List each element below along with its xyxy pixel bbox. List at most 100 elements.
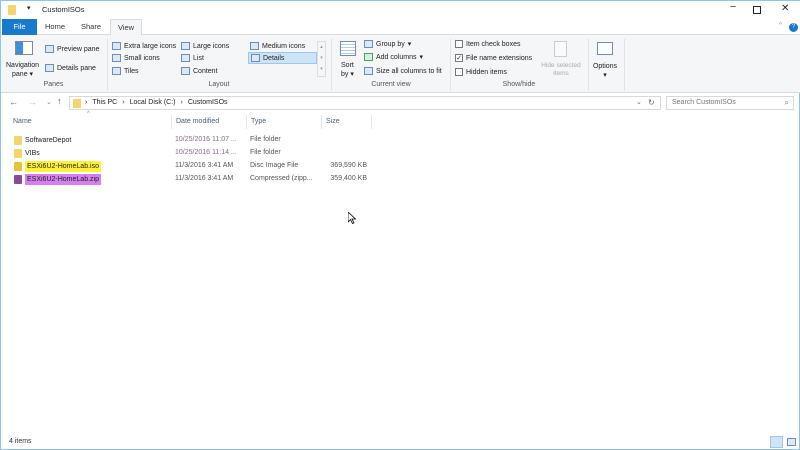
search-icon: ⌕ xyxy=(784,98,789,107)
column-header-type[interactable]: Type xyxy=(251,118,266,125)
layout-extra-large-icons[interactable]: Extra large icons xyxy=(112,42,176,50)
layout-small-icons[interactable]: Small icons xyxy=(112,54,160,62)
add-columns-icon xyxy=(364,53,373,61)
recent-locations-dropdown[interactable]: ⌄ xyxy=(46,98,52,106)
hidden-items-toggle[interactable]: Hidden items xyxy=(455,68,507,76)
sort-by-icon xyxy=(340,41,356,56)
status-item-count: 4 items xyxy=(9,438,32,445)
layout-details[interactable]: Details xyxy=(248,52,317,64)
layout-group-label: Layout xyxy=(208,81,230,88)
hide-selected-icon xyxy=(554,41,567,57)
search-input[interactable]: Search CustomISOs ⌕ xyxy=(666,96,794,110)
divider xyxy=(624,39,625,91)
extra-large-icons-icon xyxy=(112,42,121,50)
group-by-button[interactable]: Group by ▾ xyxy=(364,40,411,48)
tab-share[interactable]: Share xyxy=(75,19,107,35)
small-icons-icon xyxy=(112,54,121,62)
large-icons-view-button[interactable] xyxy=(787,438,796,446)
column-header-size[interactable]: Size xyxy=(326,118,340,125)
search-placeholder: Search CustomISOs xyxy=(672,99,736,106)
file-type: Disc Image File xyxy=(250,162,299,169)
mouse-cursor-icon xyxy=(348,212,356,224)
sort-by-button[interactable]: Sort by ▾ xyxy=(341,61,354,79)
navigation-pane-label: Navigation xyxy=(6,62,40,69)
file-row[interactable]: SoftwareDepot 10/25/2016 11:07 ... File … xyxy=(13,134,373,147)
size-all-columns-button[interactable]: Size all columns to fit xyxy=(364,67,442,75)
breadcrumb-customisos[interactable]: CustomISOs xyxy=(188,99,228,106)
size-columns-icon xyxy=(364,67,373,75)
file-name-extensions-toggle[interactable]: ✓ File name extensions xyxy=(455,54,532,62)
checkbox-checked[interactable]: ✓ xyxy=(455,54,463,62)
column-divider[interactable] xyxy=(371,115,372,129)
hide-selected-label2: items xyxy=(553,70,569,77)
address-dropdown[interactable]: ⌄ xyxy=(636,98,642,106)
minimize-button[interactable]: – xyxy=(723,1,743,12)
zip-icon xyxy=(14,175,22,184)
maximize-button[interactable] xyxy=(753,6,761,14)
tab-file[interactable]: File xyxy=(2,19,37,35)
sort-by-label: by xyxy=(341,71,349,78)
details-pane-button[interactable]: Details pane xyxy=(45,64,96,72)
hide-selected-button[interactable]: Hide selected items xyxy=(537,62,585,78)
file-type: Compressed (zipp... xyxy=(250,175,313,182)
file-row[interactable]: VIBs 10/25/2016 11:14 ... File folder xyxy=(13,147,373,160)
checkbox[interactable] xyxy=(455,40,463,48)
breadcrumb-this-pc[interactable]: This PC xyxy=(92,99,117,106)
file-name-extensions-label: File name extensions xyxy=(466,54,533,62)
layout-content[interactable]: Content xyxy=(181,67,218,75)
folder-icon xyxy=(14,149,22,158)
column-divider[interactable] xyxy=(321,115,322,129)
address-bar[interactable]: › This PC › Local Disk (C:) › CustomISOs… xyxy=(69,96,661,110)
column-divider[interactable] xyxy=(171,115,172,129)
tab-view[interactable]: View xyxy=(110,19,142,36)
layout-large-icons[interactable]: Large icons xyxy=(181,42,229,50)
folder-icon xyxy=(8,5,16,15)
preview-pane-icon xyxy=(45,45,54,53)
tab-home[interactable]: Home xyxy=(39,19,71,35)
close-button[interactable]: ✕ xyxy=(781,3,789,14)
file-row[interactable]: ESXi6U2-HomeLab.zip 11/3/2016 3:41 AM Co… xyxy=(13,173,373,186)
medium-icons-icon xyxy=(250,42,259,50)
forward-button[interactable]: → xyxy=(28,97,37,107)
column-header-name[interactable]: Name xyxy=(13,118,32,125)
collapse-ribbon-icon[interactable]: ^ xyxy=(779,22,782,29)
add-columns-button[interactable]: Add columns ▾ xyxy=(364,53,423,61)
layout-medium-icons[interactable]: Medium icons xyxy=(250,42,305,50)
file-row[interactable]: ESXi6U2-HomeLab.iso 11/3/2016 3:41 AM Di… xyxy=(13,160,373,173)
content-icon xyxy=(181,67,190,75)
preview-pane-button[interactable]: Preview pane xyxy=(45,45,99,53)
current-view-group-label: Current view xyxy=(371,81,411,88)
refresh-button[interactable]: ↻ xyxy=(648,98,655,107)
help-icon[interactable]: ? xyxy=(789,23,798,32)
layout-label: Details xyxy=(263,54,285,62)
size-all-label: Size all columns to fit xyxy=(376,67,442,75)
item-check-boxes-toggle[interactable]: Item check boxes xyxy=(455,40,520,48)
layout-tiles[interactable]: Tiles xyxy=(112,67,139,75)
chevron-right-icon: › xyxy=(180,99,183,106)
layout-scrollbar[interactable]: ▴ ▾ ▾ xyxy=(317,41,326,77)
explorer-window: ▾ CustomISOs – ✕ File Home Share View ^ … xyxy=(0,0,800,450)
navigation-pane-icon xyxy=(15,41,33,55)
breadcrumb-local-disk[interactable]: Local Disk (C:) xyxy=(130,99,176,106)
item-check-boxes-label: Item check boxes xyxy=(466,40,521,48)
options-label: Options xyxy=(592,63,618,70)
details-view-button[interactable] xyxy=(770,436,783,448)
layout-list[interactable]: List xyxy=(181,54,204,62)
hide-selected-label: Hide selected xyxy=(541,62,581,69)
column-divider[interactable] xyxy=(246,115,247,129)
window-title: CustomISOs xyxy=(42,5,85,14)
folder-icon xyxy=(14,136,22,145)
layout-label: Tiles xyxy=(124,67,139,75)
column-header-date-modified[interactable]: Date modified xyxy=(176,118,219,125)
checkbox[interactable] xyxy=(455,68,463,76)
navigation-pane-button[interactable]: Navigation pane ▾ xyxy=(6,61,39,79)
back-button[interactable]: ← xyxy=(9,97,18,107)
options-button[interactable]: Options ▾ xyxy=(591,62,619,80)
up-button[interactable]: ↑ xyxy=(57,96,62,106)
file-size: 369,590 KB xyxy=(330,162,367,169)
chevron-right-icon: › xyxy=(122,99,125,106)
navigation-pane-label2: pane ▾ xyxy=(12,71,34,78)
file-name: ESXi6U2-HomeLab.iso xyxy=(25,161,101,172)
details-icon xyxy=(251,54,260,62)
quick-access-dropdown[interactable]: ▾ xyxy=(27,4,31,12)
